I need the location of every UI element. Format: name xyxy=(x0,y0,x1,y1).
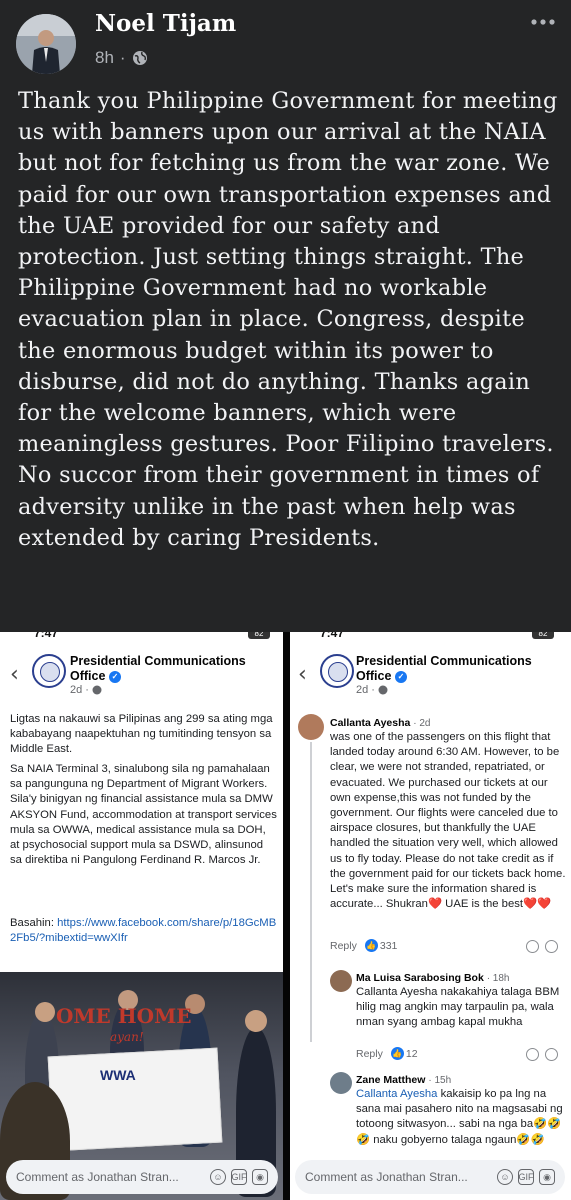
globe-icon xyxy=(378,685,388,695)
commenter-name[interactable]: Callanta Ayesha · 2d xyxy=(330,717,431,729)
right-screenshot-panel: 7:47 82 ‹ Presidential Communications Of… xyxy=(290,632,571,1200)
comment-bar[interactable]: Comment as Jonathan Stran... ☺ GIF ◉ xyxy=(295,1160,565,1194)
reaction-count[interactable]: 👍 331 xyxy=(364,939,397,952)
post-meta: 2d · xyxy=(70,684,102,696)
comment-input[interactable]: Comment as Jonathan Stran... xyxy=(305,1170,492,1184)
comment-actions: Reply 👍 12 xyxy=(356,1047,418,1060)
react-icon[interactable] xyxy=(526,940,539,953)
comment-text: was one of the passengers on this flight… xyxy=(330,731,566,911)
comment-bar[interactable]: Comment as Jonathan Stran... ☺ GIF ◉ xyxy=(6,1160,278,1194)
commenter-avatar[interactable] xyxy=(298,714,324,740)
page-name[interactable]: Presidential Communications Office ✓ xyxy=(356,654,532,684)
mention-link[interactable]: Callanta Ayesha xyxy=(356,1088,437,1100)
author-name[interactable]: Noel Tijam xyxy=(95,10,236,37)
comment-side-icons xyxy=(526,1048,558,1061)
gif-icon[interactable]: GIF xyxy=(231,1169,247,1185)
comment-input[interactable]: Comment as Jonathan Stran... xyxy=(16,1170,205,1184)
battery-icon: 82 xyxy=(532,632,554,639)
post-photo[interactable]: OME HOME ayan! WWA Comment as Jonathan S… xyxy=(0,972,283,1200)
comment-side-icons xyxy=(526,940,558,953)
comment-text: Callanta Ayesha nakakahiya talaga BBM hi… xyxy=(356,986,560,1029)
commenter-avatar[interactable] xyxy=(330,970,352,992)
reaction-count[interactable]: 👍 12 xyxy=(390,1047,418,1060)
like-icon: 👍 xyxy=(390,1047,404,1060)
post-link-block: Basahin: https://www.facebook.com/share/… xyxy=(10,917,277,945)
battery-icon: 82 xyxy=(248,632,270,639)
commenter-name[interactable]: Zane Matthew · 15h xyxy=(356,1074,451,1086)
left-screenshot-panel: 7:47 82 ‹ Presidential Communications Of… xyxy=(0,632,283,1200)
status-bar: 7:47 82 xyxy=(0,632,283,641)
react-icon[interactable] xyxy=(526,1048,539,1061)
back-chevron-icon[interactable]: ‹ xyxy=(298,662,307,687)
commenter-name[interactable]: Ma Luisa Sarabosing Bok · 18h xyxy=(356,972,510,984)
thread-line xyxy=(310,742,312,1042)
sticker-icon[interactable]: ☺ xyxy=(210,1169,226,1185)
post-paragraph-2: Sa NAIA Terminal 3, sinalubong sila ng p… xyxy=(10,763,277,867)
more-icon[interactable] xyxy=(528,12,558,32)
page-logo[interactable] xyxy=(320,654,354,688)
post-body: Thank you Philippine Government for meet… xyxy=(18,88,558,551)
comment-time: · 18h xyxy=(486,973,510,984)
page-logo[interactable] xyxy=(32,654,66,688)
post-meta: 2d · xyxy=(356,684,388,696)
sticker-icon[interactable]: ☺ xyxy=(497,1169,513,1185)
react-icon[interactable] xyxy=(545,1048,558,1061)
comment-text: Callanta Ayesha kakaisip ko pa lng na sa… xyxy=(356,1088,563,1146)
camera-icon[interactable]: ◉ xyxy=(539,1169,555,1185)
comment-time: · 15h xyxy=(428,1075,452,1086)
status-time: 7:47 xyxy=(34,632,59,640)
banner-text: OME HOME xyxy=(56,1004,192,1028)
verified-badge-icon: ✓ xyxy=(108,670,121,683)
post-time[interactable]: 2d xyxy=(356,684,368,696)
post-meta: 8h · xyxy=(95,48,148,68)
reply-button[interactable]: Reply xyxy=(330,940,357,952)
back-chevron-icon[interactable]: ‹ xyxy=(10,662,19,687)
status-bar: 7:47 82 xyxy=(290,632,571,641)
banner-owwa: WWA xyxy=(100,1067,136,1083)
status-time: 7:47 xyxy=(320,632,345,640)
top-post: Noel Tijam 8h · Thank you Philippine Gov… xyxy=(0,0,571,632)
banner-subtext: ayan! xyxy=(110,1030,144,1044)
page-name[interactable]: Presidential Communications Office ✓ xyxy=(70,654,246,684)
comment-time: · 2d xyxy=(413,718,431,729)
author-avatar[interactable] xyxy=(16,14,76,74)
commenter-avatar[interactable] xyxy=(330,1072,352,1094)
camera-icon[interactable]: ◉ xyxy=(252,1169,268,1185)
react-icon[interactable] xyxy=(545,940,558,953)
post-paragraph-1: Ligtas na nakauwi sa Pilipinas ang 299 s… xyxy=(10,713,273,756)
like-icon: 👍 xyxy=(364,939,378,952)
post-time[interactable]: 8h xyxy=(95,48,114,68)
reply-button[interactable]: Reply xyxy=(356,1048,383,1060)
verified-badge-icon: ✓ xyxy=(394,670,407,683)
post-time[interactable]: 2d xyxy=(70,684,82,696)
gif-icon[interactable]: GIF xyxy=(518,1169,534,1185)
globe-icon xyxy=(132,51,147,65)
globe-icon xyxy=(92,685,102,695)
comment-actions: Reply 👍 331 xyxy=(330,939,397,952)
welcome-banner xyxy=(47,1047,223,1152)
panel-divider xyxy=(283,632,290,1200)
